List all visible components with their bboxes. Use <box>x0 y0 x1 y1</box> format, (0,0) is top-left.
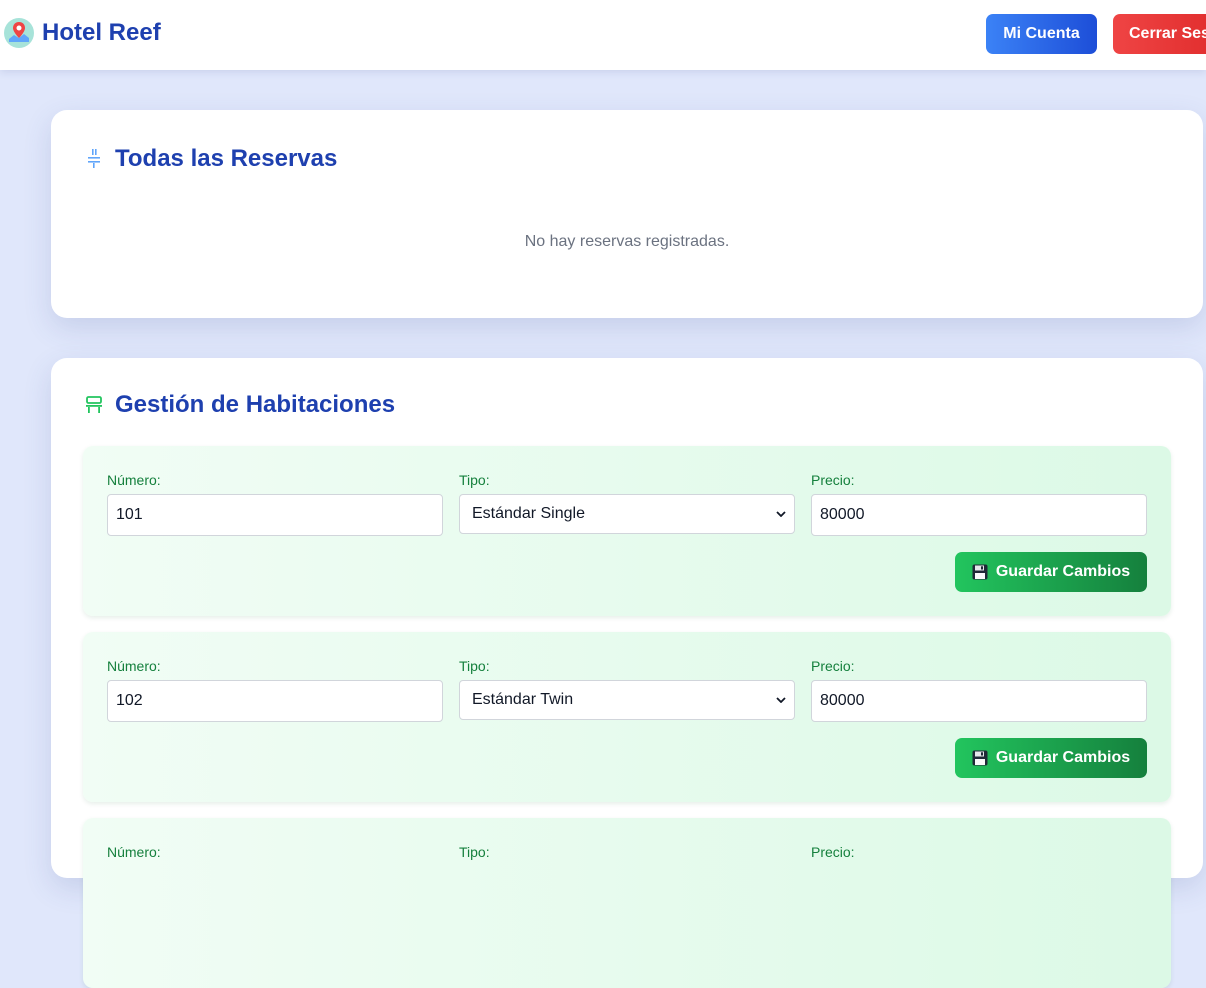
room-row: Número: Tipo: Estándar Single Precio: <box>83 446 1171 616</box>
save-changes-label: Guardar Cambios <box>995 563 1131 580</box>
room-price-input[interactable] <box>811 494 1147 536</box>
room-number-field: Número: <box>107 844 443 860</box>
bed-icon <box>86 396 102 413</box>
room-price-field: Precio: <box>811 472 1147 536</box>
room-price-label: Precio: <box>811 472 855 488</box>
room-price-label: Precio: <box>811 844 855 860</box>
room-price-label: Precio: <box>811 658 855 674</box>
room-number-input[interactable] <box>107 494 443 536</box>
floppy-disk-icon <box>972 564 988 580</box>
room-row: Número: Tipo: Estándar Twin Precio: G <box>83 632 1171 802</box>
room-row: Número: Tipo: Precio: <box>83 818 1171 988</box>
chevron-down-icon <box>776 697 786 703</box>
clipboard-icon <box>88 149 100 168</box>
room-type-select[interactable]: Estándar Twin <box>459 680 795 720</box>
room-price-field: Precio: <box>811 658 1147 722</box>
room-type-value: Estándar Single <box>472 505 585 522</box>
reservations-title: Todas las Reservas <box>115 145 338 172</box>
save-changes-label: Guardar Cambios <box>995 749 1131 766</box>
reservations-header: Todas las Reservas <box>85 145 337 173</box>
logout-button[interactable]: Cerrar Sesión <box>1113 14 1206 54</box>
floppy-disk-icon <box>972 750 988 766</box>
save-changes-button[interactable]: Guardar Cambios <box>955 552 1147 592</box>
room-type-field: Tipo: Estándar Twin <box>459 658 795 720</box>
reservations-card: Todas las Reservas No hay reservas regis… <box>51 110 1203 318</box>
room-number-field: Número: <box>107 658 443 722</box>
my-account-button[interactable]: Mi Cuenta <box>986 14 1097 54</box>
room-type-label: Tipo: <box>459 658 490 674</box>
room-number-field: Número: <box>107 472 443 536</box>
room-type-label: Tipo: <box>459 844 490 860</box>
room-type-field: Tipo: <box>459 844 795 860</box>
empty-reservations-message: No hay reservas registradas. <box>524 233 730 250</box>
room-price-field: Precio: <box>811 844 1147 860</box>
rooms-header: Gestión de Habitaciones <box>85 391 395 419</box>
brand[interactable]: Hotel Reef <box>3 17 161 49</box>
chevron-down-icon <box>776 511 786 517</box>
room-type-field: Tipo: Estándar Single <box>459 472 795 534</box>
room-type-select[interactable]: Estándar Single <box>459 494 795 534</box>
save-changes-button[interactable]: Guardar Cambios <box>955 738 1147 778</box>
map-pin-icon <box>4 18 34 48</box>
room-number-label: Número: <box>107 658 161 674</box>
rooms-title: Gestión de Habitaciones <box>115 391 396 418</box>
room-number-label: Número: <box>107 844 161 860</box>
room-type-value: Estándar Twin <box>472 691 574 708</box>
room-number-label: Número: <box>107 472 161 488</box>
rooms-card: Gestión de Habitaciones Número: Tipo: Es… <box>51 358 1203 988</box>
room-number-input[interactable] <box>107 680 443 722</box>
room-price-input[interactable] <box>811 680 1147 722</box>
top-navbar: Hotel Reef Mi Cuenta Cerrar Sesión <box>0 0 1206 70</box>
room-type-label: Tipo: <box>459 472 490 488</box>
brand-name: Hotel Reef <box>42 19 161 46</box>
